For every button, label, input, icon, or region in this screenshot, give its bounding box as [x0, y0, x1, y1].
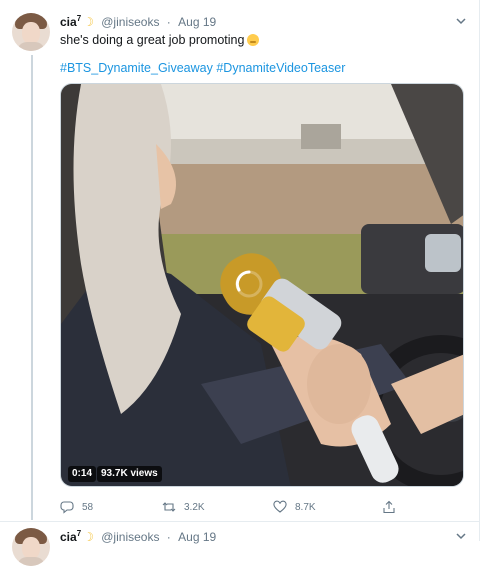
tweet-header: cia7 ☽ @jiniseoks · Aug 19	[60, 529, 216, 544]
name-superscript: 7	[76, 14, 82, 23]
date-separator: ·	[166, 15, 171, 29]
reply-icon	[60, 501, 74, 514]
video-elapsed-badge: 0:14	[68, 466, 97, 482]
handle[interactable]: @jiniseoks	[101, 530, 159, 544]
hashtags: #BTS_Dynamite_Giveaway #DynamiteVideoTea…	[60, 61, 345, 75]
share-button[interactable]	[382, 499, 396, 515]
reply-count: 58	[82, 501, 94, 513]
hashtag-link[interactable]: #DynamiteVideoTeaser	[216, 61, 345, 75]
like-count: 8.7K	[295, 501, 316, 513]
tweet-header: cia7 ☽ @jiniseoks · Aug 19	[60, 14, 216, 29]
retweet-icon	[162, 502, 176, 512]
name-superscript: 7	[76, 529, 82, 538]
reply-button[interactable]: 58	[60, 499, 93, 515]
crescent-moon-icon: ☽	[83, 15, 94, 29]
shushing-face-emoji	[247, 34, 260, 46]
handle[interactable]: @jiniseoks	[101, 15, 159, 29]
heart-icon	[273, 500, 287, 513]
tweet-date[interactable]: Aug 19	[178, 15, 216, 29]
tweet-date[interactable]: Aug 19	[178, 530, 216, 544]
display-name[interactable]: cia7 ☽	[60, 529, 94, 544]
chevron-down-icon[interactable]	[454, 14, 468, 28]
avatar[interactable]	[12, 13, 50, 51]
tweet-actions: 58 3.2K 8.7K	[60, 499, 460, 515]
retweet-count: 3.2K	[184, 501, 205, 513]
share-icon	[383, 500, 395, 514]
video-player[interactable]	[60, 83, 464, 487]
tweet-divider	[0, 521, 479, 522]
hashtag-link[interactable]: #BTS_Dynamite_Giveaway	[60, 61, 213, 75]
thread-line	[31, 55, 33, 520]
avatar[interactable]	[12, 528, 50, 566]
tweet-text: she's doing a great job promoting	[60, 33, 260, 47]
retweet-button[interactable]: 3.2K	[162, 499, 205, 515]
like-button[interactable]: 8.7K	[273, 499, 316, 515]
video-frame	[61, 84, 463, 486]
display-name[interactable]: cia7 ☽	[60, 14, 94, 29]
date-separator: ·	[166, 530, 171, 544]
crescent-moon-icon: ☽	[83, 530, 94, 544]
video-views-badge: 93.7K views	[97, 466, 162, 482]
